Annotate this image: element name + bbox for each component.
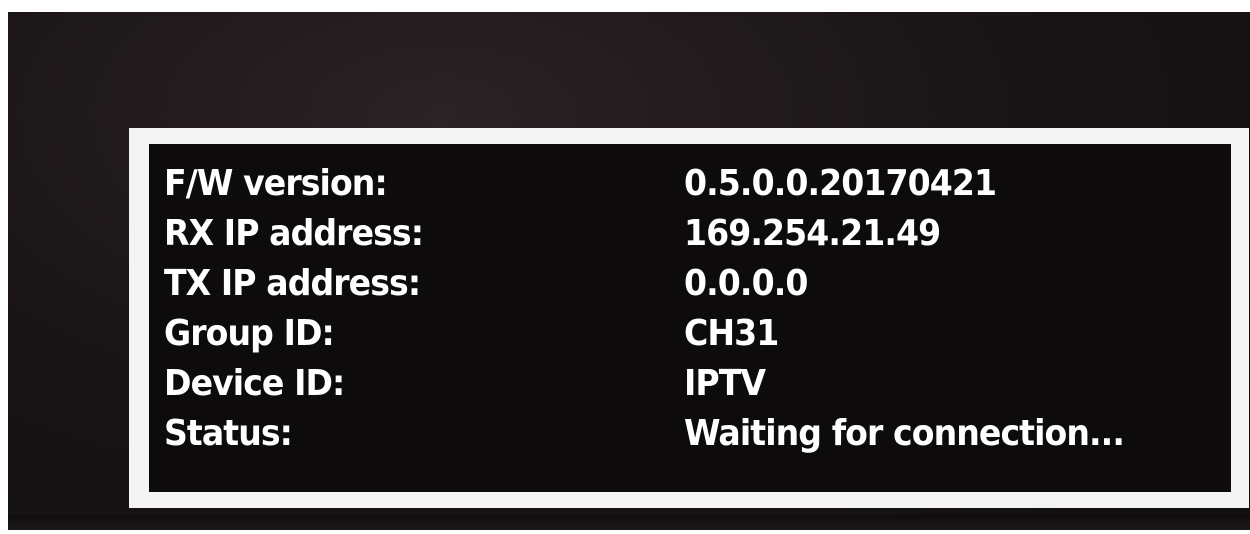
device-info-list: F/W version: 0.5.0.0.20170421 RX IP addr… [164, 158, 1221, 482]
status-label: Status: [164, 412, 293, 454]
device-id-value: IPTV [684, 362, 766, 404]
tv-bezel [8, 515, 1250, 530]
device-info-panel: F/W version: 0.5.0.0.20170421 RX IP addr… [129, 128, 1249, 508]
device-info-panel-body: F/W version: 0.5.0.0.20170421 RX IP addr… [149, 144, 1231, 492]
tx-ip-label: TX IP address: [164, 262, 421, 304]
status-row: Status: Waiting for connection... [164, 408, 1221, 458]
status-value: Waiting for connection... [684, 412, 1125, 454]
device-id-row: Device ID: IPTV [164, 358, 1221, 408]
rx-ip-row: RX IP address: 169.254.21.49 [164, 208, 1221, 258]
tx-ip-row: TX IP address: 0.0.0.0 [164, 258, 1221, 308]
fw-version-row: F/W version: 0.5.0.0.20170421 [164, 158, 1221, 208]
group-id-value: CH31 [684, 312, 779, 354]
fw-version-value: 0.5.0.0.20170421 [684, 162, 997, 204]
rx-ip-label: RX IP address: [164, 212, 424, 254]
group-id-label: Group ID: [164, 312, 335, 354]
group-id-row: Group ID: CH31 [164, 308, 1221, 358]
tx-ip-value: 0.0.0.0 [684, 262, 808, 304]
device-id-label: Device ID: [164, 362, 345, 404]
fw-version-label: F/W version: [164, 162, 388, 204]
rx-ip-value: 169.254.21.49 [684, 212, 941, 254]
